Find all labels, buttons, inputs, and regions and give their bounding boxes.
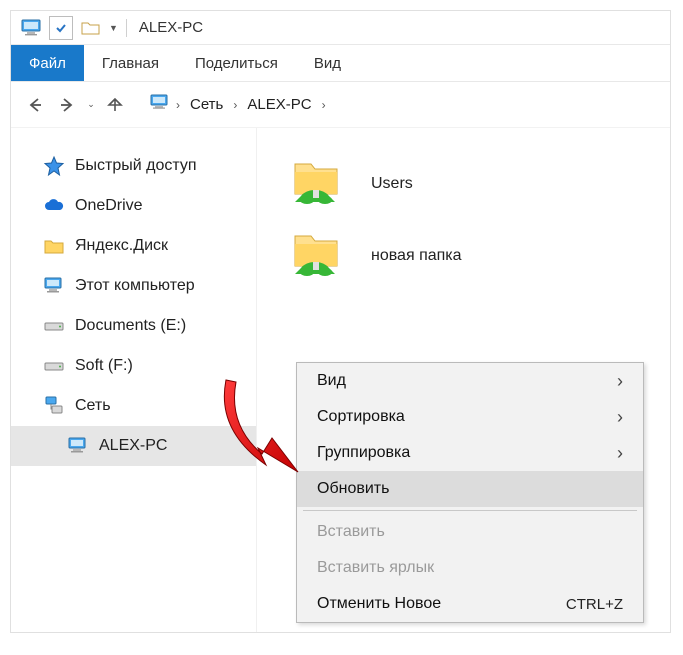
- drive-icon: [43, 315, 65, 337]
- breadcrumb[interactable]: › Сеть › ALEX-PC ›: [144, 94, 334, 115]
- sidebar-item-label: OneDrive: [75, 197, 143, 215]
- sidebar-quick-access[interactable]: Быстрый доступ: [11, 146, 256, 186]
- sidebar-network[interactable]: Сеть: [11, 386, 256, 426]
- tab-view[interactable]: Вид: [296, 45, 359, 81]
- chevron-right-icon[interactable]: ›: [231, 98, 239, 112]
- computer-icon: [67, 435, 89, 457]
- ctx-shortcut: CTRL+Z: [566, 596, 623, 613]
- drive-icon: [43, 355, 65, 377]
- folder-label: новая папка: [371, 247, 462, 265]
- computer-icon: [43, 275, 65, 297]
- ctx-label: Отменить Новое: [317, 595, 441, 613]
- cloud-icon: [43, 195, 65, 217]
- title-bar: ▼ ALEX-PC: [11, 11, 670, 45]
- sidebar-this-pc[interactable]: Этот компьютер: [11, 266, 256, 306]
- qat-dropdown-icon[interactable]: ▼: [109, 23, 118, 33]
- sidebar-yandex-disk[interactable]: Яндекс.Диск: [11, 226, 256, 266]
- ctx-sort[interactable]: Сортировка ›: [297, 399, 643, 435]
- sidebar-item-label: Этот компьютер: [75, 277, 195, 295]
- navigation-pane: Быстрый доступ OneDrive Яндекс.Диск Этот…: [11, 128, 257, 632]
- network-icon: [43, 395, 65, 417]
- sidebar-onedrive[interactable]: OneDrive: [11, 186, 256, 226]
- shared-folder-icon: [287, 230, 347, 282]
- ctx-label: Вставить ярлык: [317, 559, 434, 577]
- ctx-group[interactable]: Группировка ›: [297, 435, 643, 471]
- window-icon: [21, 19, 43, 37]
- up-button[interactable]: [99, 89, 131, 121]
- sidebar-item-label: Сеть: [75, 397, 111, 415]
- ctx-paste-shortcut: Вставить ярлык: [297, 550, 643, 586]
- ctx-refresh[interactable]: Обновить: [297, 471, 643, 507]
- folder-users[interactable]: Users: [267, 148, 660, 220]
- sidebar-item-label: Быстрый доступ: [75, 157, 197, 175]
- folder-label: Users: [371, 175, 413, 193]
- address-bar-row: ⌄ › Сеть › ALEX-PC ›: [11, 82, 670, 128]
- star-icon: [43, 155, 65, 177]
- ctx-label: Вставить: [317, 523, 385, 541]
- sidebar-alex-pc[interactable]: ALEX-PC: [11, 426, 256, 466]
- quick-access-toolbar: ▼: [49, 16, 118, 40]
- submenu-arrow-icon: ›: [617, 371, 623, 392]
- chevron-right-icon[interactable]: ›: [320, 98, 328, 112]
- monitor-icon: [150, 94, 170, 115]
- folder-newfolder[interactable]: новая папка: [267, 220, 660, 292]
- folder-icon: [43, 235, 65, 257]
- tab-share[interactable]: Поделиться: [177, 45, 296, 81]
- qat-properties-button[interactable]: [49, 16, 73, 40]
- window-title: ALEX-PC: [139, 19, 203, 36]
- context-menu: Вид › Сортировка › Группировка › Обновит…: [296, 362, 644, 623]
- breadcrumb-network[interactable]: Сеть: [186, 94, 227, 115]
- sidebar-item-label: Soft (F:): [75, 357, 133, 375]
- tab-file[interactable]: Файл: [11, 45, 84, 81]
- breadcrumb-pc[interactable]: ALEX-PC: [243, 94, 315, 115]
- sidebar-soft-f[interactable]: Soft (F:): [11, 346, 256, 386]
- recent-dropdown-icon[interactable]: ⌄: [83, 99, 99, 110]
- ctx-label: Сортировка: [317, 408, 405, 426]
- ctx-view[interactable]: Вид ›: [297, 363, 643, 399]
- shared-folder-icon: [287, 158, 347, 210]
- separator: [303, 510, 637, 511]
- ctx-label: Группировка: [317, 444, 410, 462]
- tab-home[interactable]: Главная: [84, 45, 177, 81]
- sidebar-item-label: Яндекс.Диск: [75, 237, 168, 255]
- ctx-label: Обновить: [317, 480, 389, 498]
- chevron-right-icon[interactable]: ›: [174, 98, 182, 112]
- submenu-arrow-icon: ›: [617, 407, 623, 428]
- ctx-undo[interactable]: Отменить Новое CTRL+Z: [297, 586, 643, 622]
- back-button[interactable]: [19, 89, 51, 121]
- ctx-label: Вид: [317, 372, 346, 390]
- submenu-arrow-icon: ›: [617, 443, 623, 464]
- ctx-paste: Вставить: [297, 514, 643, 550]
- separator: [126, 19, 127, 37]
- sidebar-item-label: Documents (E:): [75, 317, 186, 335]
- sidebar-item-label: ALEX-PC: [99, 437, 167, 455]
- qat-new-folder-button[interactable]: [79, 16, 103, 40]
- sidebar-documents-e[interactable]: Documents (E:): [11, 306, 256, 346]
- ribbon-tabs: Файл Главная Поделиться Вид: [11, 45, 670, 82]
- forward-button[interactable]: [51, 89, 83, 121]
